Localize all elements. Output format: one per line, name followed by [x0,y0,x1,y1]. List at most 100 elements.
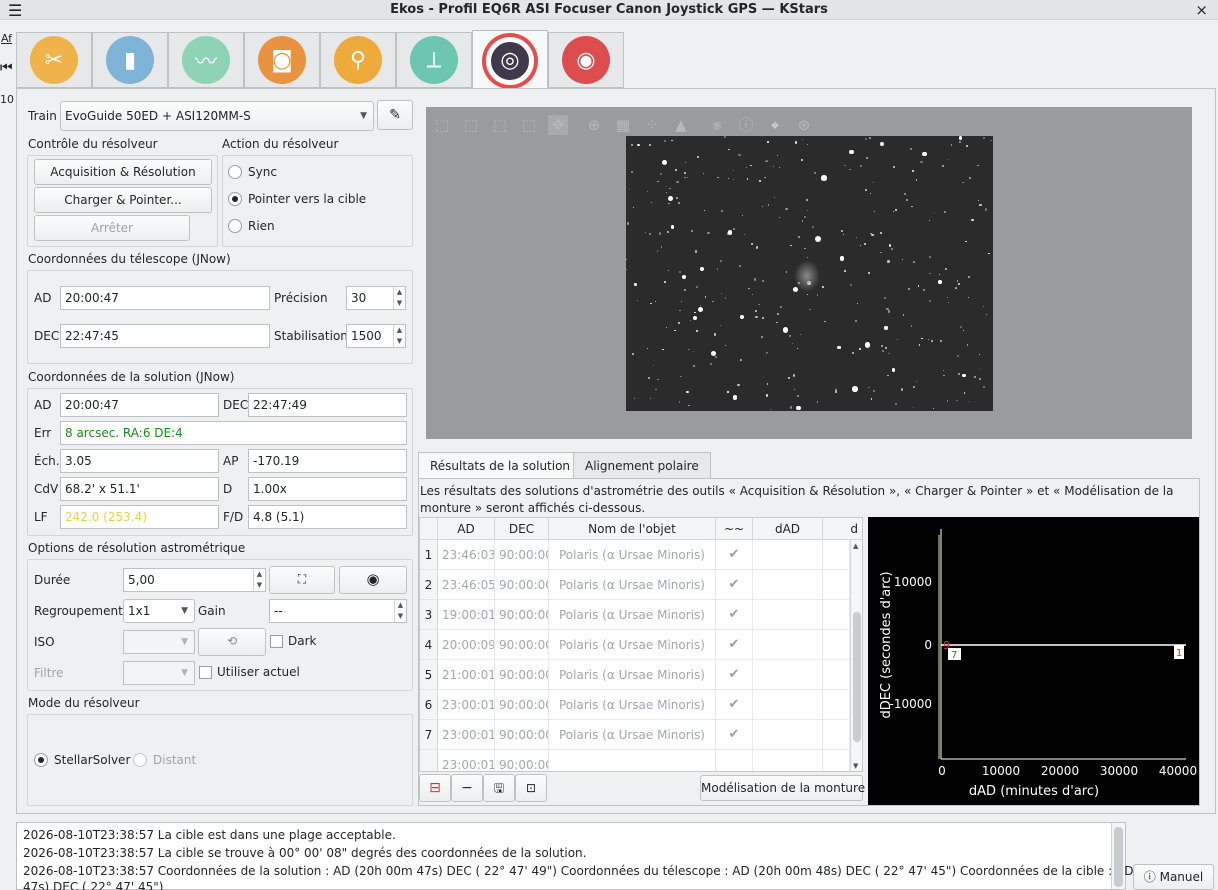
nothing-label[interactable]: Rien [248,219,275,233]
scroll-down-icon[interactable]: ▼ [853,762,858,770]
remove-row-button[interactable]: − [451,774,483,802]
nothing-radio[interactable] [228,219,242,233]
d-field[interactable]: 1.00x [248,477,407,501]
pa-field[interactable]: -170.19 [248,449,407,473]
log-area[interactable]: 2026-08-10T23:38:57 La cible est dans un… [16,822,1196,890]
header-dad[interactable]: dAD [753,518,823,540]
remote-radio[interactable] [133,753,147,767]
zoom-in-icon[interactable]: ⬚ [432,115,452,135]
zoom-fit-icon[interactable]: ⬚ [519,115,539,135]
fd-field[interactable]: 4.8 (5.1) [248,505,407,529]
dark-label[interactable]: Dark [288,634,316,648]
solution-dec-field[interactable]: 22:47:49 [248,393,407,417]
stop-button[interactable]: Arrêter [34,215,190,241]
mount-model-button[interactable]: Modélisation de la monture [700,775,865,801]
manual-button[interactable]: ⓘ Manuel [1133,864,1214,890]
scale-field[interactable]: 3.05 [60,449,219,473]
tab-mount[interactable]: ⟂ [396,32,472,88]
precision-spinbox[interactable]: 30 ▲ ▼ [346,286,406,310]
tab-polar-alignment[interactable]: Alignement polaire [573,452,711,479]
dark-checkbox[interactable] [270,635,283,648]
fov-field[interactable]: 68.2' x 51.1' [60,477,219,501]
gain-spinbox[interactable]: -- ▲ ▼ [269,599,407,623]
spin-arrows-icon[interactable]: ▲ ▼ [253,569,265,591]
err-field[interactable]: 8 arcsec. RA:6 DE:4 [60,421,407,445]
iso-select[interactable]: ▼ [123,630,195,654]
header-object[interactable]: Nom de l'objet [549,518,716,540]
star [897,338,899,340]
info-icon[interactable]: ⓘ [736,115,756,135]
stellarsolver-radio[interactable] [34,753,48,767]
tab-align[interactable]: ◎ [472,30,548,90]
tab-guide[interactable]: ◉ [548,32,624,88]
header-status[interactable]: ~~ [716,518,753,540]
solutions-scatter-plot[interactable]: 9 7 1 10000 0 -10000 0 10000 20000 30000 40000… [868,517,1199,805]
train-select[interactable]: EvoGuide 50ED + ASI120MM-S ▼ [60,101,374,131]
settings-button[interactable]: ◉ [339,566,407,594]
export-button[interactable]: 🖫 [483,774,515,802]
load-slew-button[interactable]: Charger & Pointer... [34,187,212,213]
zoom-default-icon[interactable]: ⬚ [490,115,510,135]
close-icon[interactable]: × [1195,1,1208,19]
capture-solve-button[interactable]: Acquisition & Résolution [34,159,212,185]
star [943,369,945,372]
tab-scheduler[interactable]: ▮ [92,32,168,88]
log-scrollbar-thumb[interactable] [1114,827,1123,887]
slew-label[interactable]: Pointer vers la cible [248,192,366,206]
left-menu-fragment[interactable]: Af [1,32,12,45]
header-dec[interactable]: DEC [495,518,549,540]
tab-analyze[interactable]: 〰 [168,32,244,88]
grid-icon[interactable]: ▦ [613,115,633,135]
spin-arrows-icon[interactable]: ▲ ▼ [393,325,405,347]
target-circle-icon[interactable]: ⌖ [765,115,785,135]
tab-setup[interactable]: ✂ [16,32,92,88]
triangle-icon[interactable]: ▲ [671,115,691,135]
zoom-out-icon[interactable]: ⬚ [461,115,481,135]
telescope-ra-field[interactable]: 20:00:47 [60,286,270,310]
star [960,325,963,328]
clear-table-button[interactable]: ⊟ [419,774,451,802]
sync-radio[interactable] [228,165,242,179]
header-ad[interactable]: AD [438,518,495,540]
scrollbar-thumb[interactable] [853,612,861,742]
fl-field[interactable]: 242.0 (253.4) [60,505,219,529]
tab-focus[interactable]: ⚲ [320,32,396,88]
select-button[interactable]: ⊡ [515,774,547,802]
filter-select[interactable]: ▼ [123,661,195,685]
sync-label[interactable]: Sync [248,165,277,179]
star [776,321,778,323]
use-current-checkbox[interactable] [199,666,212,679]
fd-label: F/D [223,510,244,524]
pan-icon[interactable]: ✥ [548,115,568,135]
settle-spinbox[interactable]: 1500 ▲ ▼ [346,324,406,348]
tab-solution-results[interactable]: Résultats de la solution [418,452,583,480]
header-ddec[interactable]: d [823,518,862,540]
crosshair-icon[interactable]: ⊕ [584,115,604,135]
solutions-table[interactable]: AD DEC Nom de l'objet ~~ dAD d 1 23:46:03… [419,517,863,772]
solution-ra-field[interactable]: 20:00:47 [60,393,219,417]
slew-radio[interactable] [228,192,242,206]
cell-ddec [823,750,850,771]
binning-select[interactable]: 1x1 ▼ [123,599,195,623]
stellarsolver-label[interactable]: StellarSolver [54,753,130,767]
edit-train-button[interactable]: ✎ [377,100,413,130]
use-current-label[interactable]: Utiliser actuel [217,665,300,679]
eq-grid-icon[interactable]: ⨳ [707,115,727,135]
log-scrollbar[interactable] [1111,823,1125,889]
spin-arrows-icon[interactable]: ▲ ▼ [394,600,406,622]
spin-arrows-icon[interactable]: ▲ ▼ [393,287,405,309]
rotate-button[interactable]: ⟲ [198,628,266,656]
left-skip-icon[interactable]: ⏮ [0,60,13,76]
frame-button[interactable]: ⛶ [269,566,335,594]
duration-spinbox[interactable]: 5,00 ▲ ▼ [123,568,266,592]
globe-icon[interactable]: ⊛ [794,115,814,135]
table-scrollbar[interactable]: ▲ ▼ [850,540,862,771]
stars-icon[interactable]: ⁘ [642,115,662,135]
remote-label[interactable]: Distant [153,753,196,767]
cell-dec: 90:00:00 [495,630,549,660]
telescope-dec-label: DEC [34,329,60,343]
scroll-up-icon[interactable]: ▲ [853,542,858,550]
tab-capture[interactable]: ◙ [244,32,320,88]
star [628,188,631,191]
telescope-dec-field[interactable]: 22:47:45 [60,324,270,348]
